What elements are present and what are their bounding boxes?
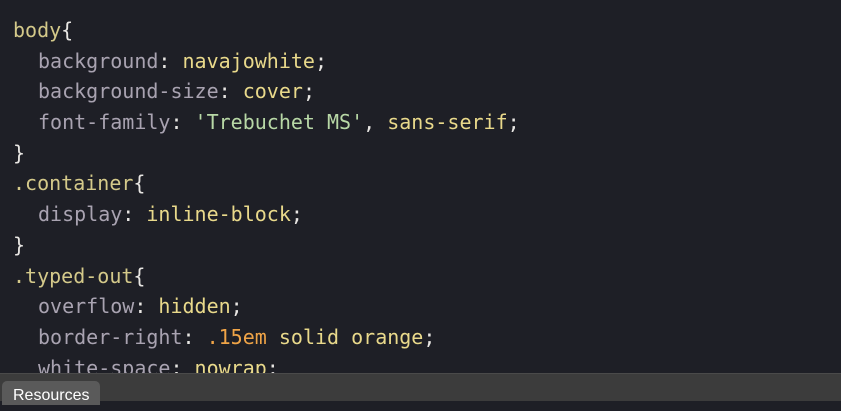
semicolon: ;: [290, 202, 303, 227]
punctuation: [267, 325, 279, 349]
semicolon: ;: [423, 324, 436, 349]
colon: :: [158, 48, 183, 73]
code-line: white-space: nowrap;: [13, 353, 841, 373]
code-line: body{: [13, 15, 841, 46]
css-value: sans-serif: [387, 110, 508, 135]
css-value: navajowhite: [182, 48, 315, 73]
css-property: display: [38, 202, 123, 227]
css-property: font-family: [38, 110, 171, 135]
close-brace: }: [13, 140, 26, 165]
code-line: border-right: .15em solid orange;: [13, 322, 841, 353]
colon: :: [218, 79, 243, 104]
css-value: cover: [242, 79, 303, 104]
semicolon: ;: [507, 110, 520, 135]
code-editor[interactable]: body{background: navajowhite; background-…: [0, 0, 841, 373]
code-line: .typed-out{: [13, 261, 841, 292]
css-property: background-size: [38, 79, 219, 104]
css-value: hidden: [158, 294, 231, 319]
css-string: 'Trebuchet MS': [194, 110, 364, 135]
code-line: }: [13, 138, 841, 169]
code-line: display: inline-block;: [13, 199, 841, 230]
open-brace: {: [133, 263, 146, 288]
css-value: nowrap: [194, 355, 267, 373]
code-line: overflow: hidden;: [13, 291, 841, 322]
open-brace: {: [61, 18, 74, 42]
bottom-panel: Resources: [0, 373, 841, 405]
semicolon: ;: [302, 79, 315, 104]
css-value: solid orange: [278, 324, 424, 349]
css-selector: body: [13, 18, 62, 42]
semicolon: ;: [266, 355, 279, 373]
css-property: background: [38, 48, 159, 73]
css-value: inline-block: [146, 202, 291, 227]
resources-tab[interactable]: Resources: [2, 381, 101, 405]
code-line: }: [13, 230, 841, 261]
code-line: .container{: [13, 168, 841, 199]
close-brace: }: [13, 232, 26, 257]
code-line: background: navajowhite;: [13, 46, 841, 77]
colon: :: [170, 110, 195, 135]
css-number: .15em: [206, 324, 267, 349]
colon: :: [134, 294, 159, 319]
css-selector: .typed-out: [13, 263, 134, 288]
css-selector: .container: [13, 171, 134, 196]
colon: :: [182, 324, 207, 349]
code-line: background-size: cover;: [13, 76, 841, 107]
css-property: border-right: [38, 324, 183, 349]
css-property: overflow: [38, 294, 135, 319]
colon: :: [170, 355, 195, 373]
css-property: white-space: [38, 355, 171, 373]
semicolon: ;: [314, 48, 328, 73]
punctuation: ,: [363, 110, 388, 135]
semicolon: ;: [230, 294, 243, 319]
code-block: body{background: navajowhite; background-…: [0, 0, 841, 373]
colon: :: [122, 202, 147, 227]
open-brace: {: [133, 171, 146, 196]
code-line: font-family: 'Trebuchet MS', sans-serif;: [13, 107, 841, 138]
